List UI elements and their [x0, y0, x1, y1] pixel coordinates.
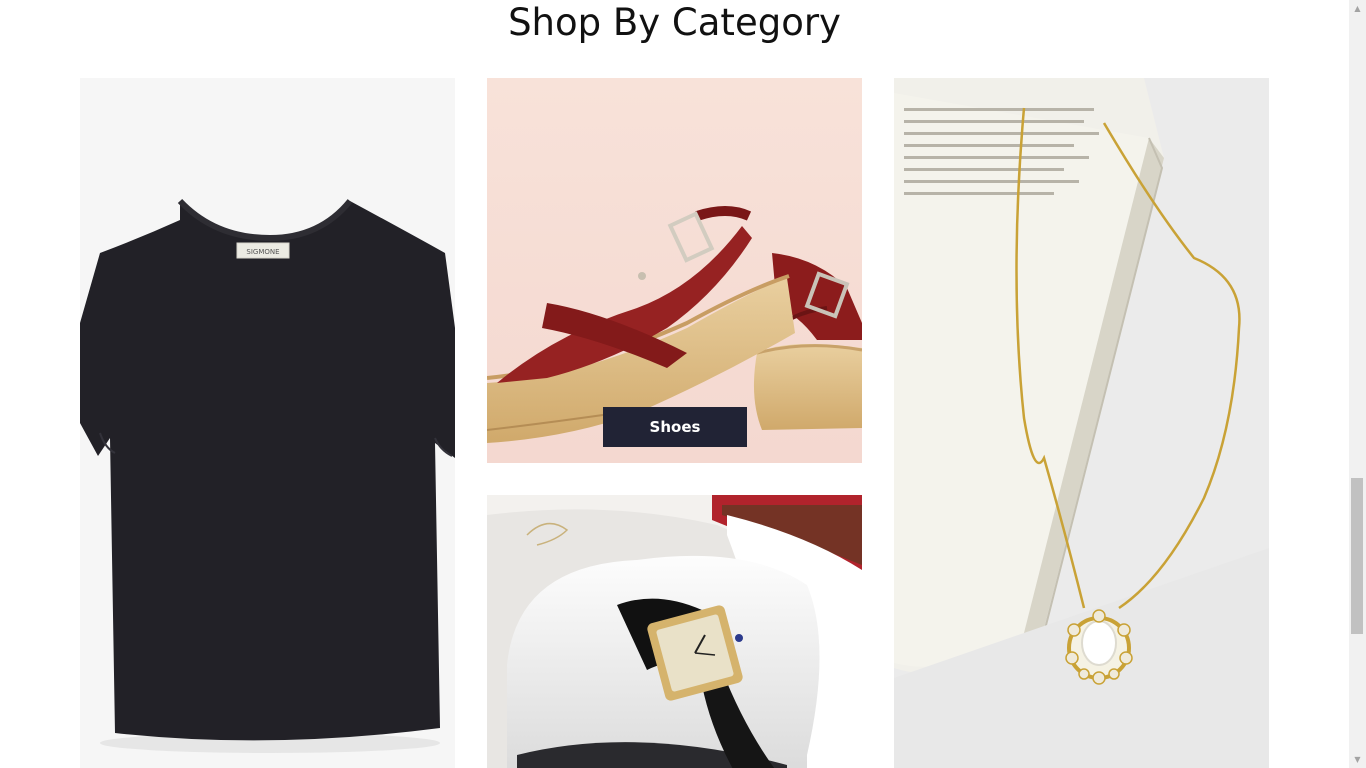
- gold-necklace-image: [894, 78, 1269, 768]
- tshirt-brand-label: SIGMONE: [246, 248, 279, 256]
- vertical-scrollbar[interactable]: ▲ ▼: [1349, 0, 1366, 768]
- section-title: Shop By Category: [508, 1, 841, 44]
- shoes-category-button[interactable]: Shoes: [603, 407, 747, 447]
- scrollbar-thumb[interactable]: [1351, 478, 1363, 634]
- category-tile-watches[interactable]: [487, 495, 862, 768]
- scroll-down-arrow-icon[interactable]: ▼: [1349, 751, 1366, 768]
- black-tshirt-image: SIGMONE: [80, 78, 455, 768]
- wristwatch-in-box-image: [487, 495, 862, 768]
- category-tile-jewelry[interactable]: [894, 78, 1269, 768]
- shop-by-category-section: Shop By Category SIGMONE Shoes: [0, 0, 1349, 768]
- scroll-up-arrow-icon[interactable]: ▲: [1349, 0, 1366, 17]
- red-platform-sandals-image: [487, 78, 862, 463]
- category-tile-tshirts[interactable]: SIGMONE: [80, 78, 455, 768]
- category-tile-shoes[interactable]: Shoes: [487, 78, 862, 463]
